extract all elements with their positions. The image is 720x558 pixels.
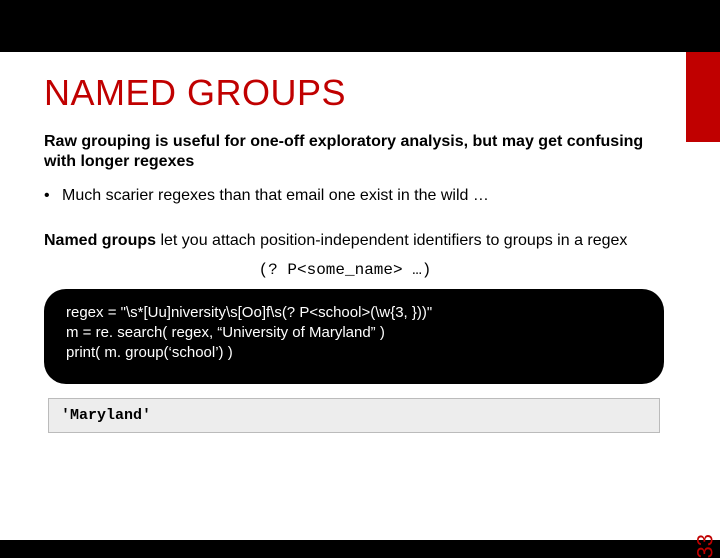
- code-line-2: m = re. search( regex, “University of Ma…: [66, 323, 642, 343]
- page-number: 33: [692, 534, 718, 558]
- accent-bar: [686, 52, 720, 142]
- named-groups-lead: Named groups: [44, 232, 156, 249]
- named-groups-text: Named groups let you attach position-ind…: [44, 231, 646, 251]
- bullet-item: Much scarier regexes than that email one…: [44, 186, 646, 207]
- output-block: 'Maryland': [48, 398, 660, 433]
- syntax-line: (? P<some_name> …): [44, 261, 646, 279]
- intro-text: Raw grouping is useful for one-off explo…: [44, 132, 646, 172]
- code-line-3: print( m. group(‘school’) ): [66, 343, 642, 363]
- named-groups-rest: let you attach position-independent iden…: [156, 232, 627, 249]
- slide-body: NAMED GROUPS Raw grouping is useful for …: [0, 52, 720, 540]
- code-line-1: regex = "\s*[Uu]niversity\s[Oo]f\s(? P<s…: [66, 303, 642, 323]
- slide-title: NAMED GROUPS: [44, 72, 646, 114]
- code-block: regex = "\s*[Uu]niversity\s[Oo]f\s(? P<s…: [44, 289, 664, 384]
- slide-content: NAMED GROUPS Raw grouping is useful for …: [0, 52, 686, 433]
- bullet-list: Much scarier regexes than that email one…: [44, 186, 646, 207]
